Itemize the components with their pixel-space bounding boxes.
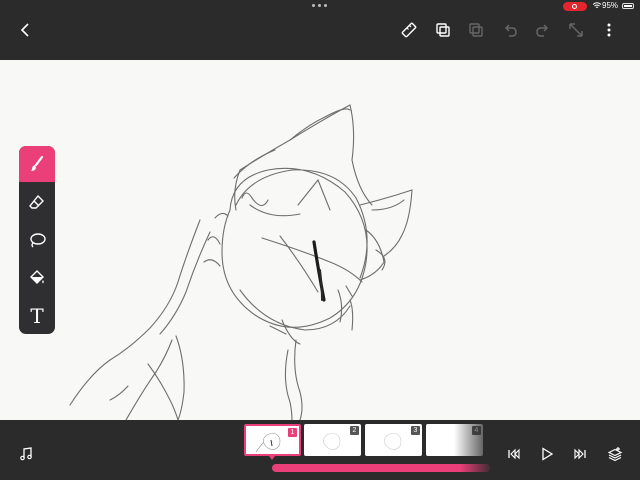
- redo-icon: [536, 24, 549, 37]
- more-button[interactable]: [595, 16, 623, 44]
- playhead-marker[interactable]: [269, 456, 275, 460]
- tool-palette: T: [19, 146, 55, 334]
- lasso-tool[interactable]: [19, 222, 55, 258]
- skip-back-icon: [508, 448, 520, 460]
- redo-button[interactable]: [529, 16, 557, 44]
- brush-tool[interactable]: [19, 146, 55, 182]
- ruler-icon: [401, 22, 417, 38]
- next-frame-button[interactable]: [568, 442, 592, 466]
- screen-record-icon: [563, 2, 587, 11]
- paste-frame-button[interactable]: [462, 16, 490, 44]
- paint-bucket-icon: [30, 270, 44, 284]
- play-icon: [542, 447, 554, 461]
- more-vertical-icon: [607, 23, 611, 37]
- back-button[interactable]: [12, 16, 40, 44]
- expand-icon: [569, 23, 583, 37]
- sound-button[interactable]: [14, 442, 38, 466]
- brush-icon: [31, 155, 44, 171]
- layers-copy-icon: [436, 23, 450, 37]
- cat-sketch-drawing: [69, 104, 413, 420]
- music-note-icon: [20, 447, 32, 461]
- wifi-icon: [592, 2, 602, 11]
- lasso-icon: [30, 233, 46, 248]
- skip-forward-icon: [574, 448, 586, 460]
- previous-frame-button[interactable]: [502, 442, 526, 466]
- battery-percent: 95%: [602, 1, 619, 10]
- chevron-left-icon: [20, 23, 29, 37]
- frame-strip-fade: [454, 424, 494, 458]
- undo-button[interactable]: [496, 16, 524, 44]
- frame-thumbnail[interactable]: 3: [365, 424, 422, 456]
- frame-strip[interactable]: 1 2 3 4: [244, 424, 494, 458]
- frame-number: 3: [411, 426, 420, 435]
- multitask-dots-icon[interactable]: [312, 4, 327, 7]
- timeline-bar: 1 2 3 4: [0, 420, 640, 480]
- frame-number: 1: [288, 428, 297, 437]
- frame-thumbnail[interactable]: 1: [244, 424, 301, 456]
- expand-button[interactable]: [562, 16, 590, 44]
- layers-paste-icon: [469, 23, 483, 37]
- eraser-icon: [29, 194, 44, 209]
- timeline-scrubber[interactable]: [272, 464, 490, 472]
- timeline-fade: [460, 460, 494, 476]
- copy-frame-button[interactable]: [429, 16, 457, 44]
- battery-icon: [622, 3, 634, 9]
- add-frame-icon: [607, 447, 623, 462]
- text-tool-label: T: [30, 304, 44, 328]
- ruler-button[interactable]: [395, 16, 423, 44]
- eraser-tool[interactable]: [19, 184, 55, 220]
- play-button[interactable]: [535, 442, 559, 466]
- frame-number: 2: [350, 426, 359, 435]
- frame-thumbnail[interactable]: 2: [304, 424, 361, 456]
- top-toolbar: [0, 12, 640, 60]
- fill-tool[interactable]: [19, 260, 55, 296]
- undo-icon: [504, 24, 517, 37]
- status-bar: 95%: [0, 0, 640, 12]
- add-frame-button[interactable]: [603, 442, 627, 466]
- drawing-canvas[interactable]: [0, 60, 640, 420]
- text-tool[interactable]: T: [19, 298, 55, 334]
